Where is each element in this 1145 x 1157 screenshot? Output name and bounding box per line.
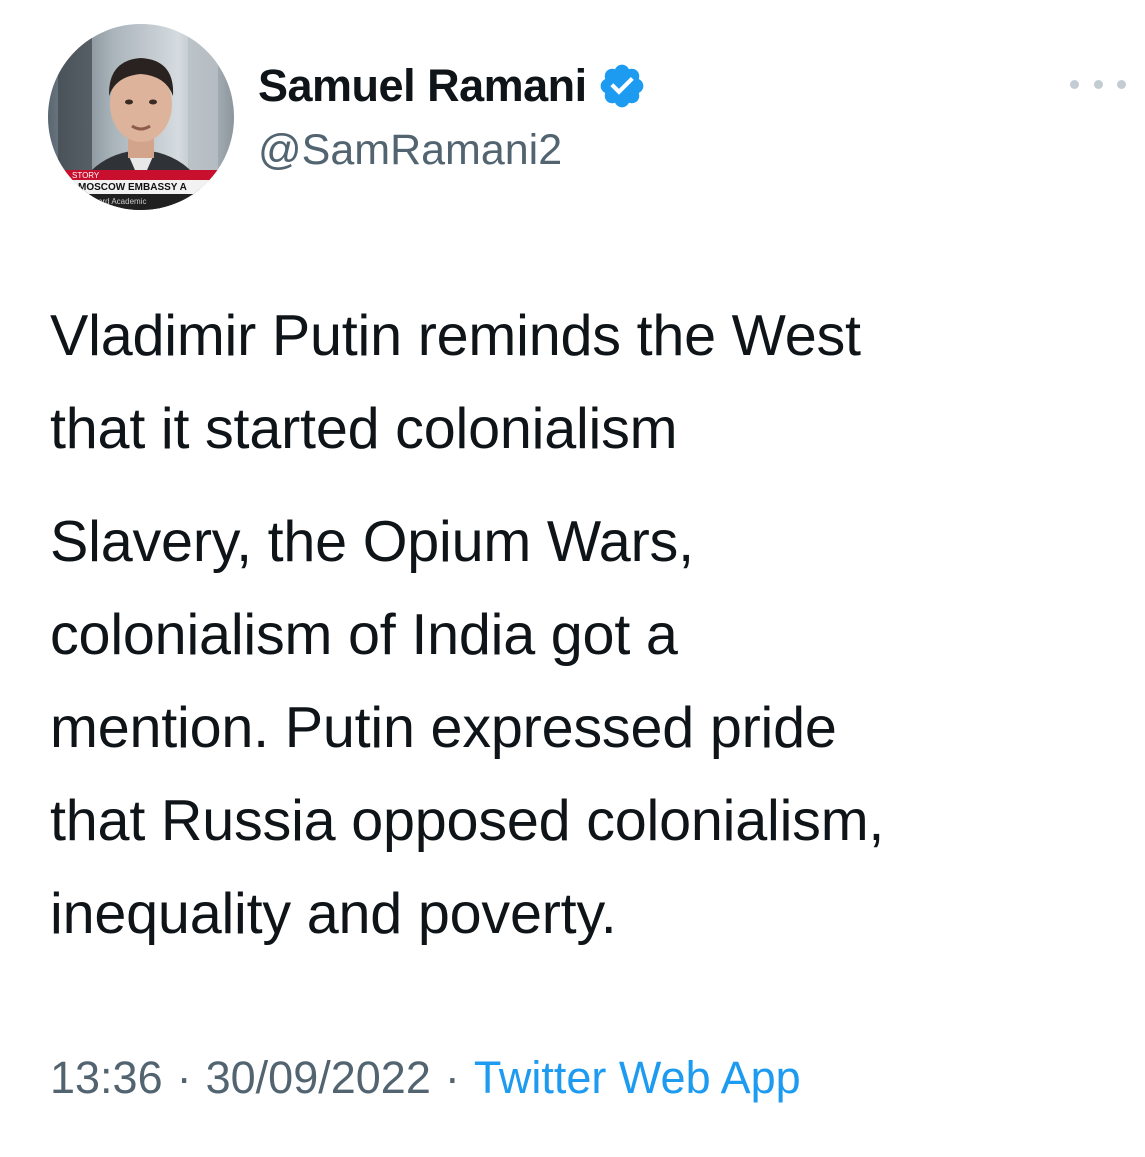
tweet-date[interactable]: 30/09/2022 <box>206 1052 431 1103</box>
more-dots-icon-dot-3 <box>1117 79 1126 89</box>
meta-separator: · <box>444 1052 460 1103</box>
tweet-paragraph-2: Slavery, the Opium Wars, colonialism of … <box>50 510 885 946</box>
tweet-time[interactable]: 13:36 <box>50 1052 163 1103</box>
tweet-text: Vladimir Putin reminds the West that it … <box>50 290 1130 961</box>
more-dots-icon-dot-2 <box>1093 79 1103 89</box>
tweet-source-link[interactable]: Twitter Web App <box>474 1052 801 1103</box>
author-handle[interactable]: @SamRamani2 <box>258 126 562 175</box>
meta-separator: · <box>176 1052 192 1103</box>
avatar-image: STORY MOSCOW EMBASSY A ord Academic <box>48 24 234 210</box>
tweet-paragraph-1: Vladimir Putin reminds the West that it … <box>50 304 861 461</box>
tweet-card: STORY MOSCOW EMBASSY A ord Academic Samu… <box>0 0 1145 1157</box>
tweet-meta: 13:36 · 30/09/2022 · Twitter Web App <box>50 1052 801 1104</box>
avatar[interactable]: STORY MOSCOW EMBASSY A ord Academic <box>48 24 234 210</box>
avatar-caption-line-2: MOSCOW EMBASSY A <box>78 182 187 193</box>
more-options-button[interactable] <box>1070 66 1126 102</box>
more-dots-icon <box>1070 79 1079 89</box>
display-name[interactable]: Samuel Ramani <box>258 60 587 112</box>
avatar-caption-line-1: STORY <box>72 171 100 180</box>
avatar-caption-line-3: ord Academic <box>98 197 146 206</box>
verified-badge-icon <box>597 61 647 111</box>
author-name-row: Samuel Ramani <box>258 60 647 112</box>
